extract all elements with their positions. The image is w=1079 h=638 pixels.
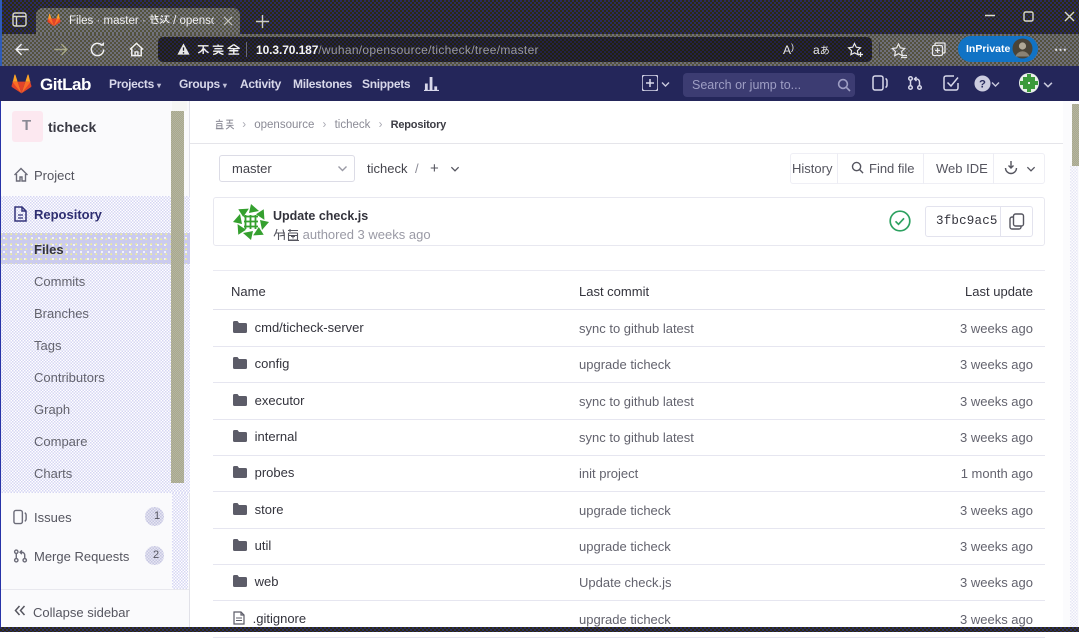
svg-text:?: ?	[979, 78, 986, 90]
